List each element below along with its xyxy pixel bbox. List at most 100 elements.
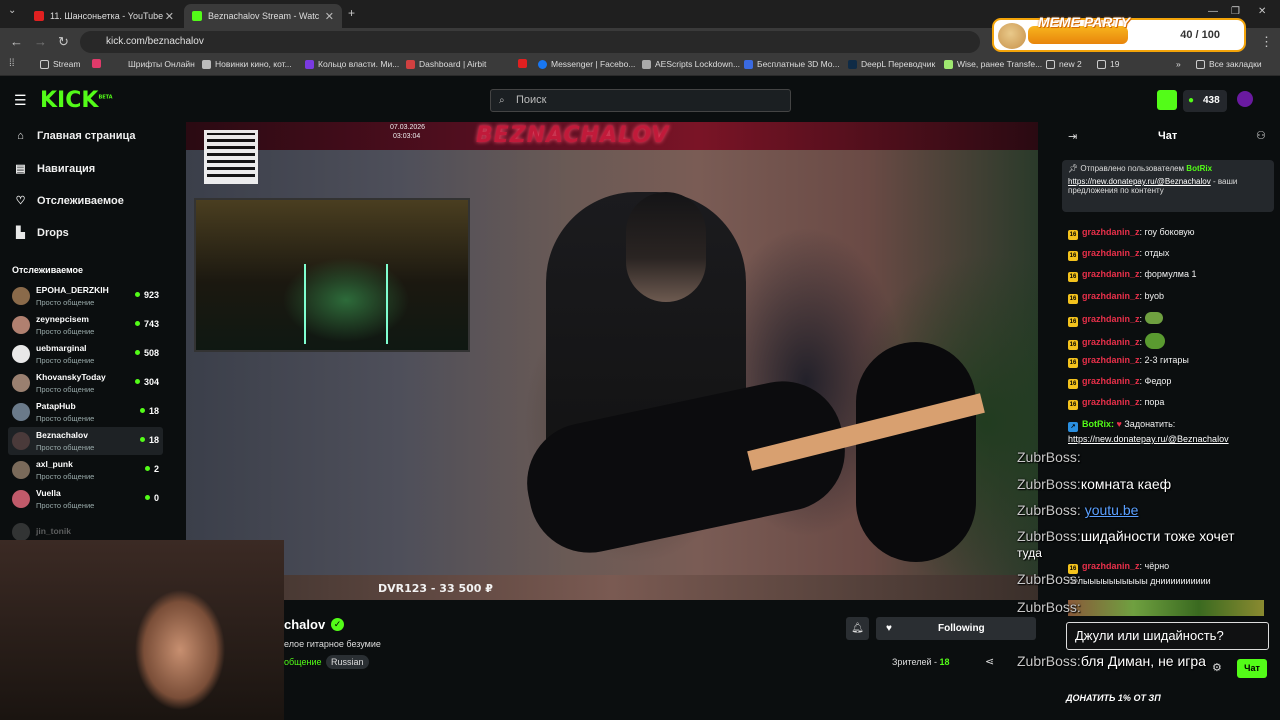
close-icon[interactable]: ✕ <box>325 10 334 23</box>
close-icon[interactable]: ✕ <box>165 10 174 23</box>
heart-icon: ♥ <box>886 623 892 634</box>
nav-drops[interactable]: ▙ Drops <box>14 226 69 240</box>
pinned-link[interactable]: https://new.donatepay.ru/@Beznachalov <box>1068 177 1211 186</box>
kick-logo[interactable]: KICKBETA <box>40 88 113 113</box>
overlay-chat-line: ZubrBoss:комната каеф <box>1017 476 1172 492</box>
chat-send-button[interactable]: Чат <box>1237 659 1267 678</box>
meme-party-widget: MEME PARTY 40 / 100 <box>992 14 1246 52</box>
browser-menu-icon[interactable]: ⋮ <box>1260 34 1273 50</box>
avatar <box>12 374 30 392</box>
overlay-chat-line: ZubrBoss: <box>1017 571 1081 587</box>
forward-icon[interactable]: → <box>34 34 47 49</box>
minimize-icon[interactable]: — <box>1208 6 1218 17</box>
search-icon: ⌕ <box>499 95 505 106</box>
window-close-icon[interactable]: ✕ <box>1258 6 1266 17</box>
tab-search-icon[interactable]: ⌄ <box>8 5 16 16</box>
menu-icon[interactable]: ☰ <box>14 92 27 109</box>
video-player[interactable]: BEZNACHALOV 07.03.2026 03:03:04 DVR123 -… <box>186 122 1038 600</box>
heart-icon: ♡ <box>15 195 26 207</box>
followed-channel[interactable]: zeynepcisem Просто общение 743 <box>8 311 163 339</box>
nav-home[interactable]: ⌂ Главная страница <box>14 130 135 142</box>
bookmark-folder[interactable]: new 2 <box>1046 59 1082 69</box>
chat-message: 16 grazhdanin_z: чёрно <box>1068 561 1170 574</box>
bookmark[interactable]: Dashboard | Airbit <box>406 59 486 69</box>
tab-kick[interactable]: Beznachalov Stream - Watc ✕ <box>184 4 342 28</box>
bookmark[interactable] <box>92 59 105 68</box>
tab-label: Beznachalov Stream - Watc <box>208 11 320 21</box>
points-badge[interactable]: ● 438 <box>1183 90 1227 112</box>
followed-channel[interactable]: Vuella Просто общение 0 <box>8 485 163 513</box>
pinned-meta: 📌︎ Отправлено пользователем BotRix <box>1068 164 1213 173</box>
bookmark[interactable] <box>518 59 531 68</box>
acoustic-guitar-image <box>856 342 976 562</box>
bookmark[interactable]: Новинки кино, кот... <box>202 59 292 69</box>
avatar <box>12 316 30 334</box>
points-icon: ● <box>1188 95 1195 106</box>
followed-channel-selected[interactable]: Beznachalov Просто общение 18 <box>8 427 163 455</box>
followed-channel[interactable]: KhovanskyToday Просто общение 304 <box>8 369 163 397</box>
kick-icon <box>192 11 202 21</box>
bookmark[interactable]: Кольцо власти. Ми... <box>305 59 399 69</box>
avatar <box>12 287 30 305</box>
emote-icon <box>1144 312 1163 324</box>
new-tab-button[interactable]: + <box>348 6 355 20</box>
tab-label: 11. Шансоньетка - YouTube <box>50 11 164 21</box>
chat-message: 16 grazhdanin_z: Федор <box>1068 376 1172 389</box>
notification-bell-button[interactable]: 🔔︎ <box>846 617 869 640</box>
following-header: Отслеживаемое <box>12 265 84 275</box>
maximize-icon[interactable]: ❐ <box>1231 6 1240 17</box>
search-input[interactable]: ⌕ Поиск <box>490 89 791 112</box>
overlay-chat-line: ZubrBoss:шидайности тоже хочет <box>1017 528 1235 544</box>
clips-icon[interactable] <box>1157 90 1177 110</box>
overlay-chat-line: ZubrBoss: youtu.be <box>1017 502 1139 518</box>
chat-input[interactable]: Джули или шидайность? <box>1066 622 1269 650</box>
follow-button[interactable]: ♥ Following <box>876 617 1036 640</box>
reload-icon[interactable]: ↻ <box>58 34 69 50</box>
share-icon[interactable]: ⋖ <box>985 655 994 668</box>
nav-following[interactable]: ♡ Отслеживаемое <box>14 194 124 208</box>
user-list-icon[interactable]: ⚇ <box>1256 129 1266 142</box>
bookmark[interactable]: DeepL Переводчик <box>848 59 935 69</box>
collapse-chat-icon[interactable]: ⇥ <box>1068 130 1077 143</box>
followed-channel[interactable]: EPOHA_DERZKIH Просто общение 923 <box>8 282 163 310</box>
home-icon: ⌂ <box>17 130 24 142</box>
nav-browse[interactable]: ▤ Навигация <box>14 162 95 176</box>
overlay-bottom-strip <box>186 575 1038 600</box>
emote-icon <box>1144 333 1165 349</box>
bookmark[interactable]: Шрифты Онлайн <box>128 59 195 69</box>
tab-youtube[interactable]: 11. Шансоньетка - YouTube ✕ <box>26 4 182 28</box>
kick-top-bar: ☰ KICKBETA ⌕ Поиск ● 438 <box>0 76 1280 124</box>
chat-bot-link[interactable]: https://new.donatepay.ru/@Beznachalov <box>1068 434 1229 444</box>
bookmark[interactable]: Бесплатные 3D Mo... <box>744 59 840 69</box>
bookmark[interactable]: Stream <box>40 59 80 69</box>
doge-icon <box>998 23 1026 49</box>
donation-goal-text: DVR123 - 33 500 ₽ <box>378 582 493 595</box>
donate-banner: ДОНАТИТЬ 1% ОТ ЗП <box>1066 693 1161 703</box>
settings-icon[interactable]: ⚙ <box>1212 661 1222 674</box>
language-tag[interactable]: Russian <box>326 655 369 669</box>
overlay-time: 03:03:04 <box>393 133 421 140</box>
followed-channel[interactable]: axl_punk Просто общение 2 <box>8 456 163 484</box>
bookmark-folder[interactable]: 19 <box>1097 59 1119 69</box>
youtube-icon <box>34 11 44 21</box>
bookmark[interactable]: AEScripts Lockdown... <box>642 59 740 69</box>
back-icon[interactable]: ← <box>10 34 23 49</box>
all-bookmarks[interactable]: Все закладки <box>1196 59 1262 69</box>
bookmark[interactable]: Wise, ранее Transfe... <box>944 59 1042 69</box>
followed-channel[interactable]: uebmarginal Просто общение 508 <box>8 340 163 368</box>
avatar[interactable] <box>1237 91 1253 107</box>
stream-title: елое гитарное безумие <box>284 639 381 649</box>
browse-icon: ▤ <box>15 163 26 175</box>
stream-category[interactable]: общение <box>284 657 321 667</box>
channel-name[interactable]: chalov <box>284 617 325 632</box>
overlay-chat-line: ZubrBoss: <box>1017 449 1081 465</box>
url-field[interactable]: kick.com/beznachalov <box>80 31 980 53</box>
avatar <box>12 461 30 479</box>
overlay-chat-line: ZubrBoss: <box>1017 599 1081 615</box>
more-bookmarks-icon[interactable]: » <box>1176 59 1181 69</box>
chat-message: 16 grazhdanin_z: 2-3 гитары <box>1068 355 1189 368</box>
followed-channel[interactable]: PatapHub Просто общение 18 <box>8 398 163 426</box>
bookmark[interactable]: Messenger | Facebo... <box>538 59 635 69</box>
apps-icon[interactable]: ⁞⁞ <box>9 58 15 69</box>
stream-overlay-banner: BEZNACHALOV <box>186 122 1038 150</box>
